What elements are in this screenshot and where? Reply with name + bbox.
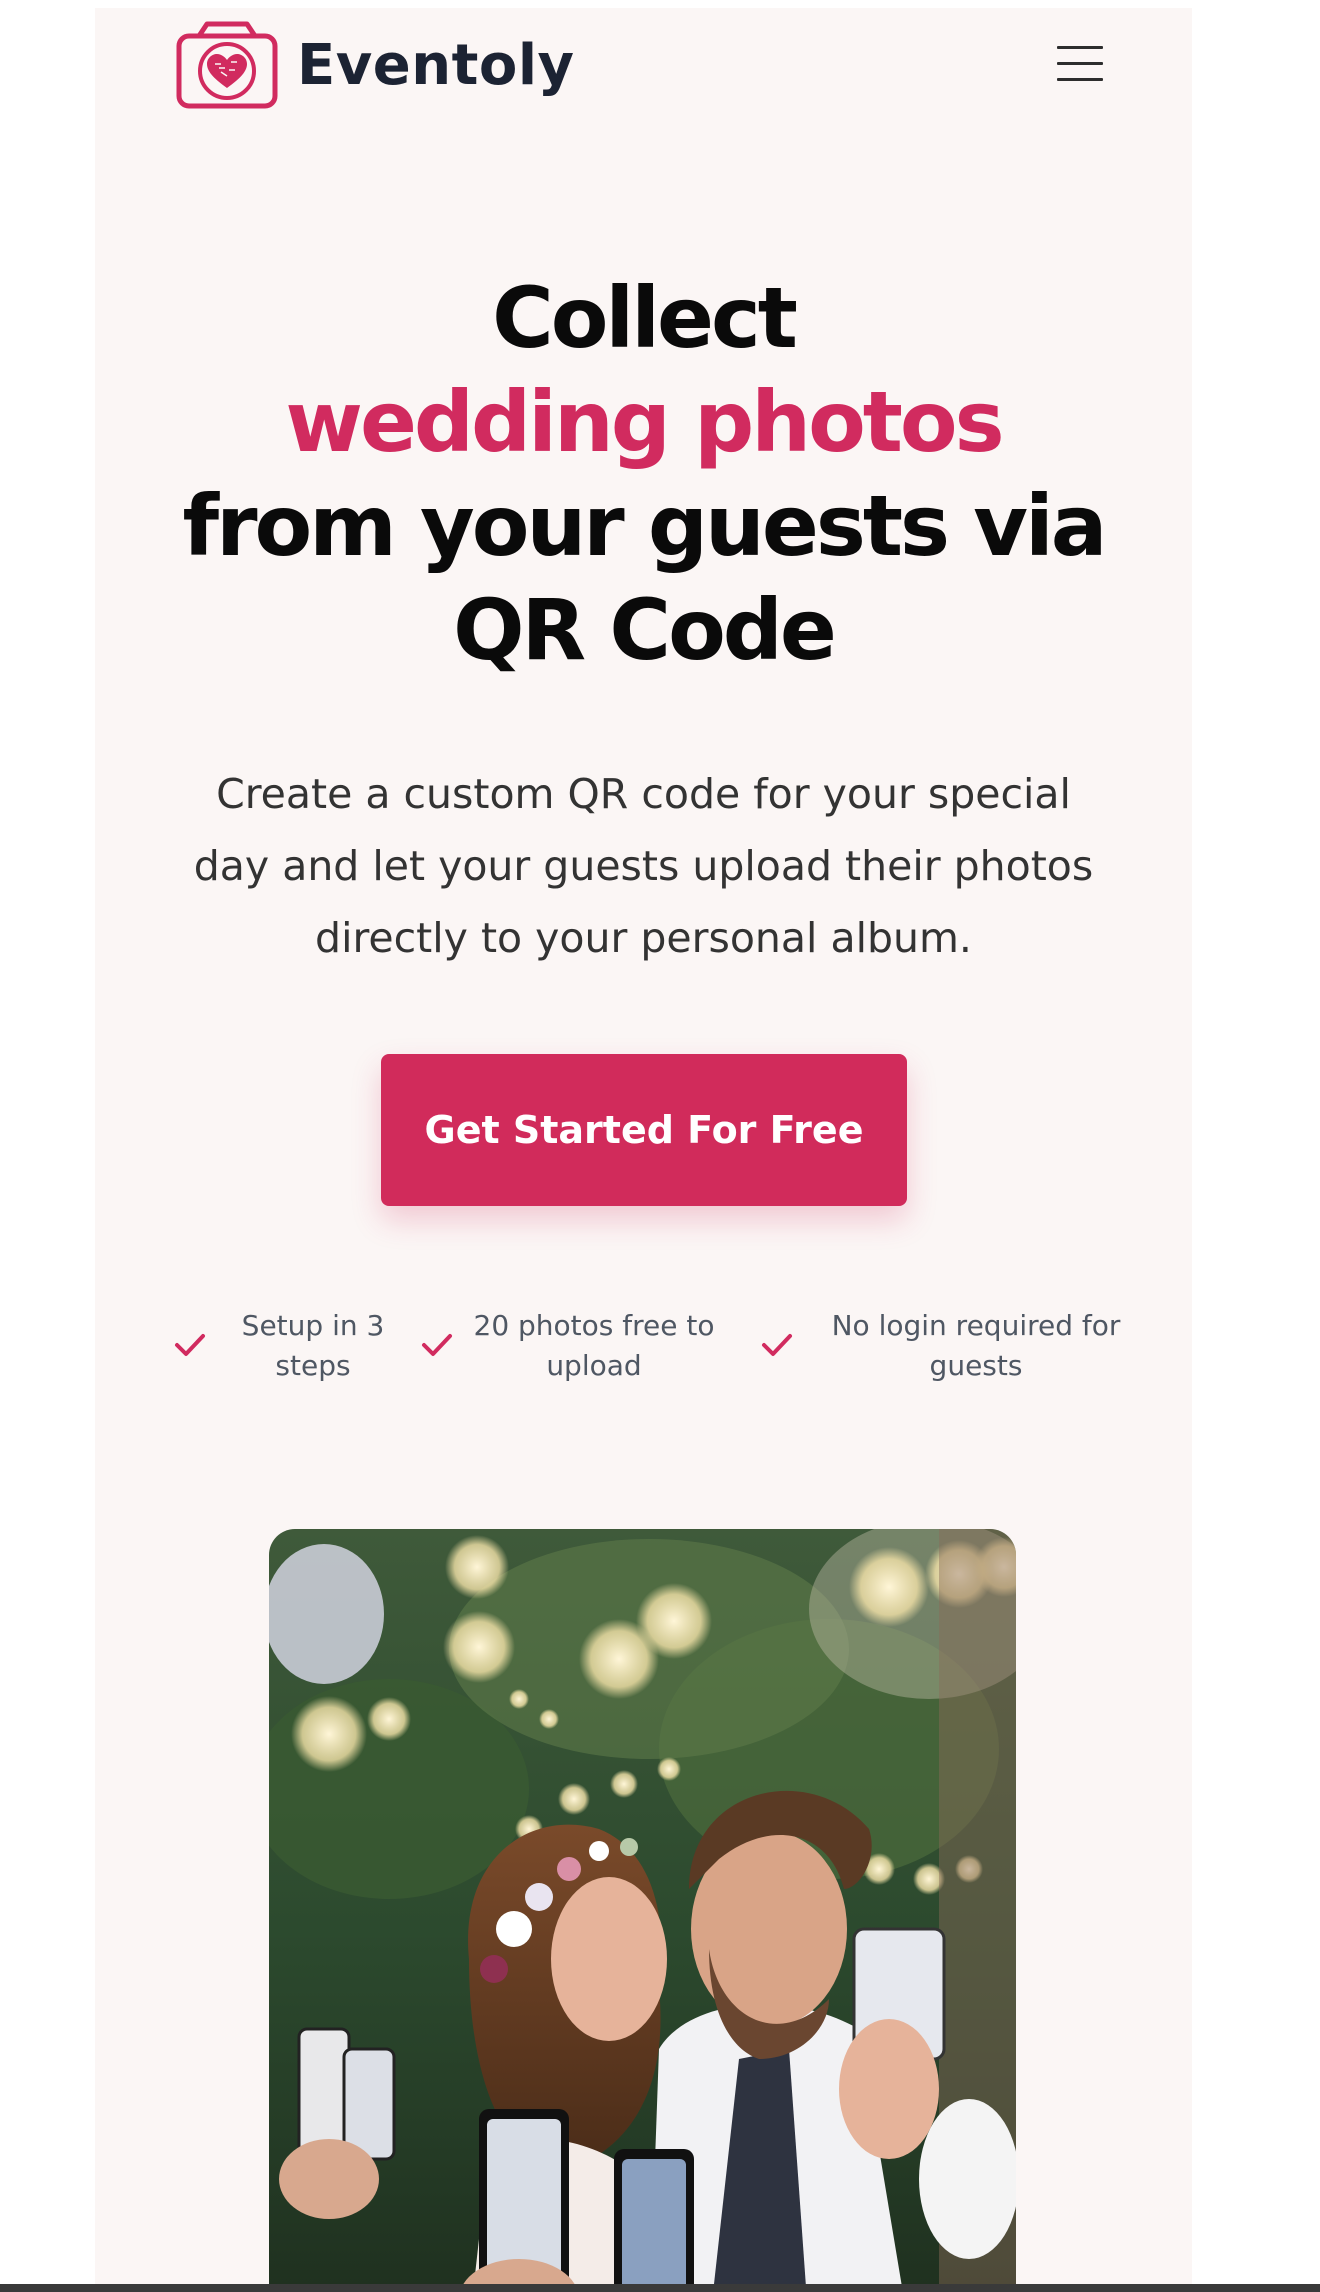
page-container: Eventoly Collect wedding photos from you…: [95, 8, 1192, 2292]
check-icon: [762, 1334, 792, 1356]
headline-line-3: from your guests via: [182, 477, 1108, 575]
feature-label: Setup in 3 steps: [241, 1309, 385, 1382]
check-icon: [422, 1334, 452, 1356]
menu-line: [1057, 62, 1103, 65]
check-icon: [175, 1334, 205, 1356]
hero-description: Create a custom QR code for your special…: [193, 770, 1094, 962]
feature-item: No login required for guests: [760, 1306, 1146, 1386]
feature-item: Setup in 3 steps: [173, 1306, 403, 1386]
brand-logo[interactable]: Eventoly: [175, 20, 575, 110]
feature-item: 20 photos free to upload: [420, 1306, 724, 1386]
wedding-couple-photo: [269, 1529, 1016, 2292]
headline-line-4: QR Code: [453, 581, 837, 679]
get-started-button[interactable]: Get Started For Free: [381, 1054, 907, 1206]
menu-line: [1057, 46, 1103, 49]
headline-accent: wedding photos: [285, 373, 1004, 471]
menu-line: [1057, 78, 1103, 81]
hamburger-menu-icon[interactable]: [1057, 46, 1103, 82]
brand-name: Eventoly: [297, 32, 575, 98]
headline-line-1: Collect: [492, 269, 798, 367]
camera-heart-icon: [176, 21, 278, 109]
hero-headline: Collect wedding photos from your guests …: [95, 266, 1192, 682]
wedding-photo-illustration: [269, 1529, 1016, 2292]
feature-label: No login required for guests: [831, 1309, 1121, 1382]
feature-label: 20 photos free to upload: [473, 1309, 715, 1382]
bottom-scroll-bar: [0, 2284, 1320, 2292]
